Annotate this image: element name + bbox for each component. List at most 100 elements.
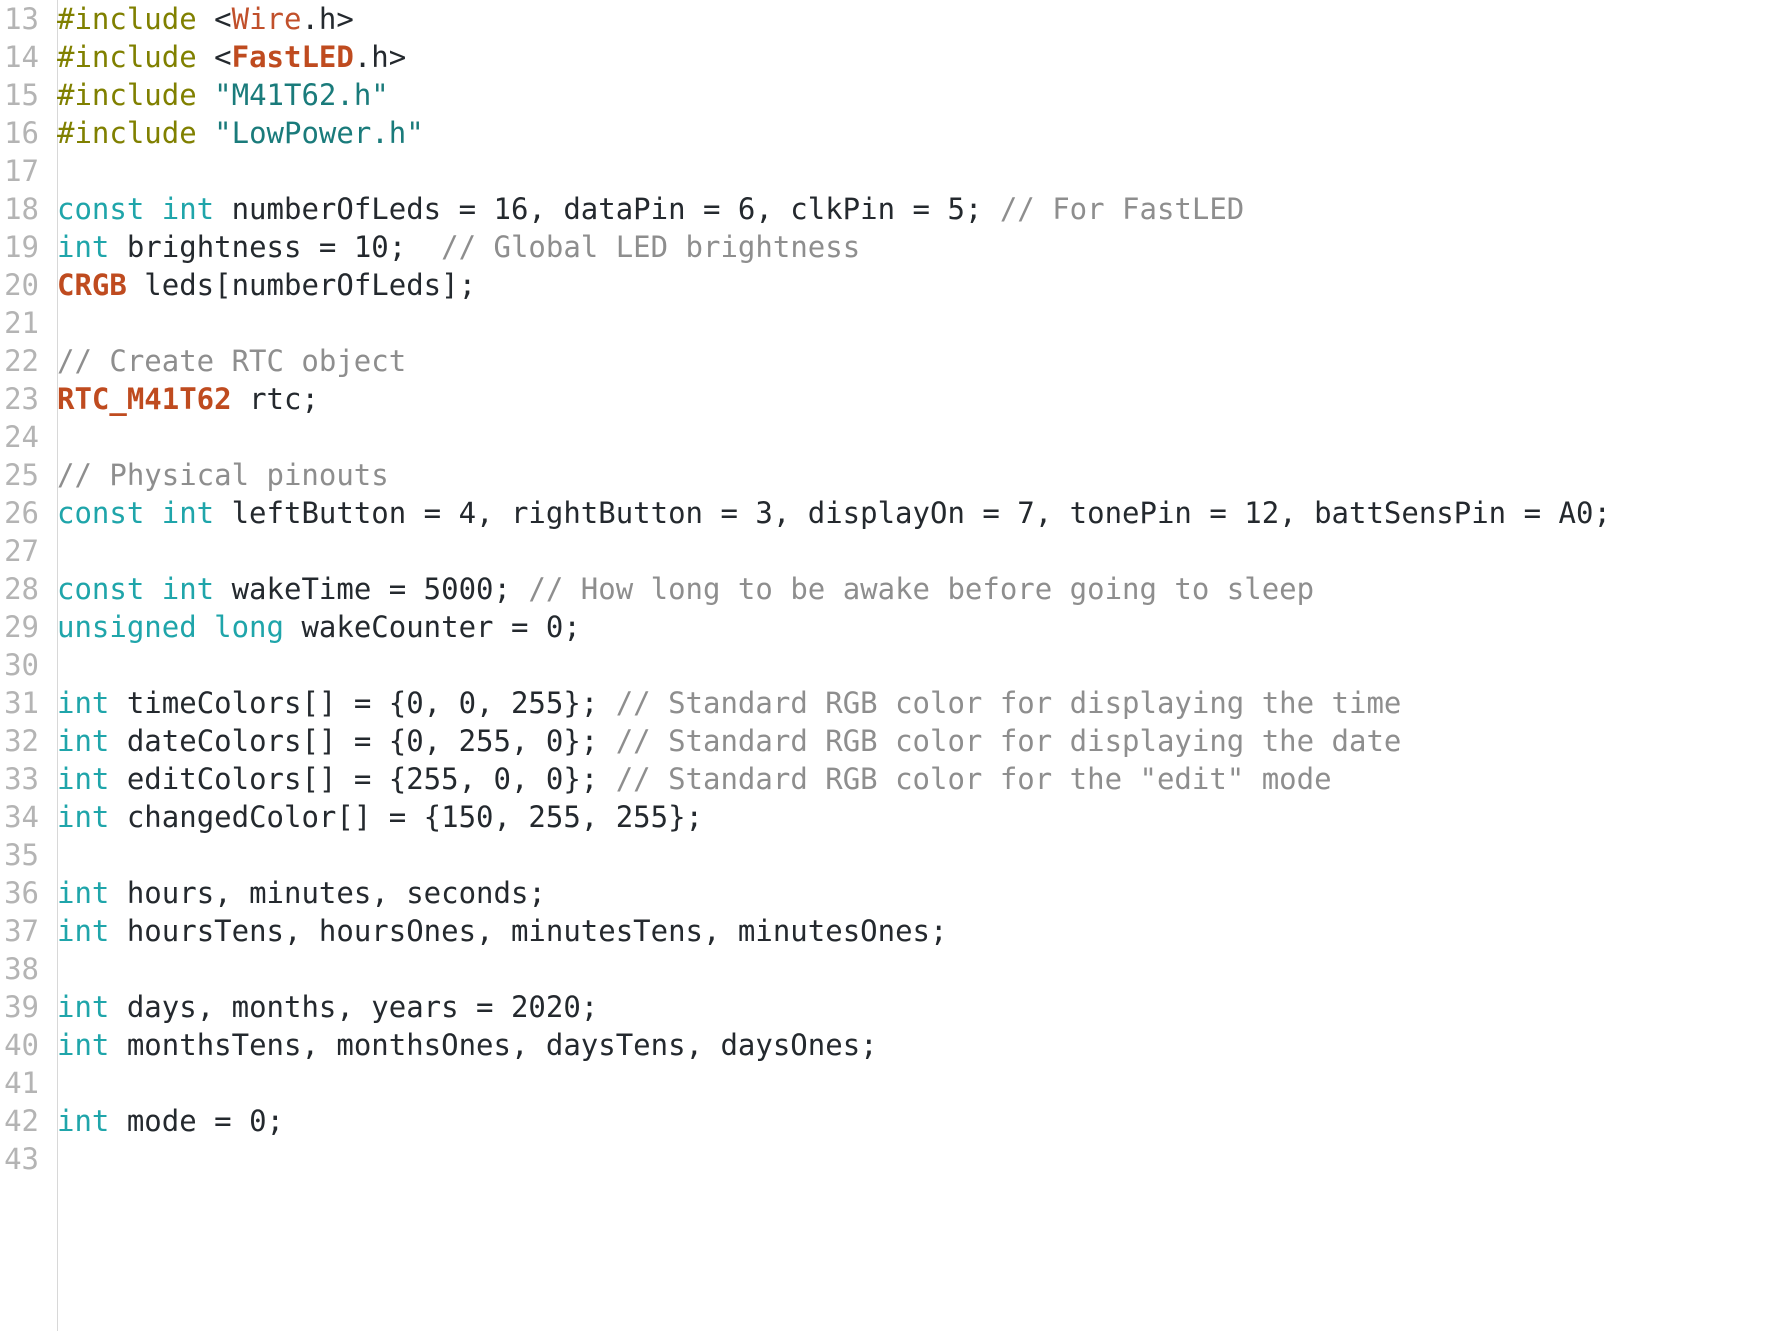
code-token: "M41T62.h" [214,78,389,112]
line-number[interactable]: 42 [0,1102,48,1140]
code-line-content[interactable]: int timeColors[] = {0, 0, 255}; // Stand… [48,684,1401,722]
code-line: 23 RTC_M41T62 rtc; [0,380,1786,418]
code-line-content[interactable]: CRGB leds[numberOfLeds]; [48,266,476,304]
code-line-content[interactable]: #include "LowPower.h" [48,114,424,152]
code-token: Wire [231,2,302,36]
code-line: 35 [0,836,1786,874]
code-line-content[interactable]: int mode = 0; [48,1102,284,1140]
line-number[interactable]: 22 [0,342,48,380]
line-number[interactable]: 27 [0,532,48,570]
code-line: 16 #include "LowPower.h" [0,114,1786,152]
code-token: int [57,762,110,796]
code-line-content[interactable]: // Physical pinouts [48,456,389,494]
code-line: 17 [0,152,1786,190]
code-token: wakeTime = 5000; [214,572,529,606]
line-number[interactable]: 43 [0,1140,48,1178]
code-token: editColors[] = {255, 0, 0}; [109,762,616,796]
line-number[interactable]: 20 [0,266,48,304]
code-line-content[interactable]: RTC_M41T62 rtc; [48,380,319,418]
code-line: 30 [0,646,1786,684]
line-number[interactable]: 38 [0,950,48,988]
code-line-content[interactable]: int dateColors[] = {0, 255, 0}; // Stand… [48,722,1401,760]
code-line-content[interactable]: int changedColor[] = {150, 255, 255}; [48,798,703,836]
code-token: int [57,800,110,834]
code-token: int [57,724,110,758]
line-number[interactable]: 35 [0,836,48,874]
line-number[interactable]: 19 [0,228,48,266]
code-viewer: 13 #include <Wire.h> 14 #include <FastLED.h… [0,0,1786,1331]
code-token: leds[numberOfLeds]; [126,268,477,302]
code-line: 29 unsigned long wakeCounter = 0; [0,608,1786,646]
code-line-content[interactable]: int hours, minutes, seconds; [48,874,546,912]
code-line: 36 int hours, minutes, seconds; [0,874,1786,912]
line-number[interactable]: 18 [0,190,48,228]
code-line: 18 const int numberOfLeds = 16, dataPin =… [0,190,1786,228]
code-token: RTC_M41T62 [57,382,232,416]
line-number[interactable]: 29 [0,608,48,646]
line-number[interactable]: 25 [0,456,48,494]
code-line-content[interactable]: const int numberOfLeds = 16, dataPin = 6… [48,190,1244,228]
code-line-content[interactable]: int days, months, years = 2020; [48,988,598,1026]
line-number[interactable]: 28 [0,570,48,608]
line-number[interactable]: 37 [0,912,48,950]
code-line-content[interactable]: unsigned long wakeCounter = 0; [48,608,581,646]
code-line-list: 13 #include <Wire.h> 14 #include <FastLED.h… [0,0,1786,1178]
line-number[interactable]: 30 [0,646,48,684]
code-line-content[interactable]: const int wakeTime = 5000; // How long t… [48,570,1314,608]
code-token: int [57,876,110,910]
code-token: #include [57,116,197,150]
code-line: 37 int hoursTens, hoursOnes, minutesTens,… [0,912,1786,950]
code-token: .h> [353,40,407,74]
code-token: const int [57,496,215,530]
code-token: #include [57,78,197,112]
line-number[interactable]: 16 [0,114,48,152]
line-number[interactable]: 39 [0,988,48,1026]
code-token: numberOfLeds = 16, dataPin = 6, clkPin =… [214,192,1000,226]
code-line-content[interactable]: int brightness = 10; // Global LED brigh… [48,228,860,266]
code-line-content[interactable]: // Create RTC object [48,342,406,380]
line-number[interactable]: 26 [0,494,48,532]
code-token: brightness = 10; [109,230,442,264]
line-number[interactable]: 41 [0,1064,48,1102]
line-number[interactable]: 32 [0,722,48,760]
line-number[interactable]: 23 [0,380,48,418]
code-token: // Standard RGB color for displaying the… [615,724,1402,758]
line-number[interactable]: 24 [0,418,48,456]
line-number[interactable]: 17 [0,152,48,190]
code-token: monthsTens, monthsOnes, daysTens, daysOn… [109,1028,878,1062]
code-token: // Physical pinouts [57,458,389,492]
code-token: int [57,686,110,720]
line-number[interactable]: 15 [0,76,48,114]
code-token: rtc; [231,382,319,416]
code-line-content[interactable]: #include "M41T62.h" [48,76,389,114]
code-token: mode = 0; [109,1104,284,1138]
line-number[interactable]: 14 [0,38,48,76]
line-number[interactable]: 34 [0,798,48,836]
line-number[interactable]: 13 [0,0,48,38]
line-number[interactable]: 21 [0,304,48,342]
code-line: 26 const int leftButton = 4, rightButton … [0,494,1786,532]
code-line: 27 [0,532,1786,570]
line-number[interactable]: 33 [0,760,48,798]
code-line: 14 #include <FastLED.h> [0,38,1786,76]
code-line: 15 #include "M41T62.h" [0,76,1786,114]
code-line-content[interactable]: int monthsTens, monthsOnes, daysTens, da… [48,1026,878,1064]
code-token: timeColors[] = {0, 0, 255}; [109,686,616,720]
code-line-content[interactable]: #include <Wire.h> [48,0,354,38]
code-line: 25 // Physical pinouts [0,456,1786,494]
code-token: changedColor[] = {150, 255, 255}; [109,800,704,834]
code-line-content[interactable]: int hoursTens, hoursOnes, minutesTens, m… [48,912,947,950]
code-token: int [57,990,110,1024]
line-number[interactable]: 31 [0,684,48,722]
code-token: int [57,230,110,264]
code-token: int [57,1028,110,1062]
code-token: // Global LED brightness [441,230,861,264]
line-number[interactable]: 36 [0,874,48,912]
code-token: // How long to be awake before going to … [528,572,1315,606]
code-token: #include [57,40,197,74]
code-line-content[interactable]: int editColors[] = {255, 0, 0}; // Stand… [48,760,1332,798]
line-number[interactable]: 40 [0,1026,48,1064]
code-line-content[interactable]: const int leftButton = 4, rightButton = … [48,494,1611,532]
code-line-content[interactable]: #include <FastLED.h> [48,38,406,76]
